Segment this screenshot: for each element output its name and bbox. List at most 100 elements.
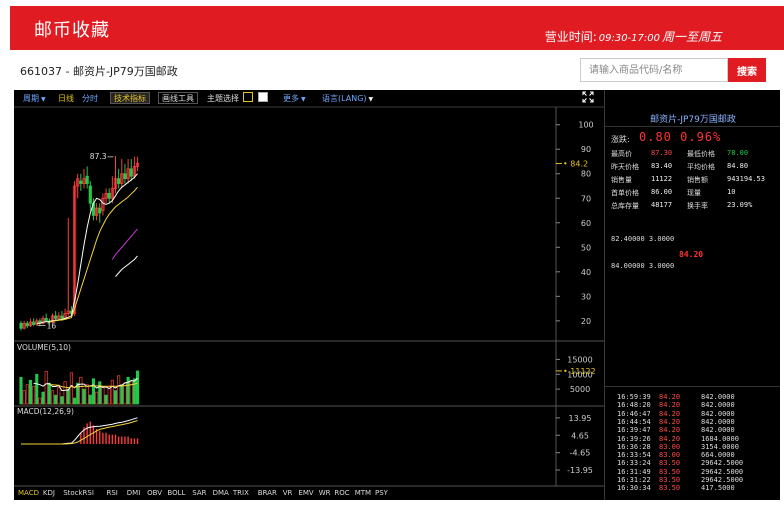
indicator-tab[interactable]: RSI (107, 489, 118, 497)
stat-value: 23.09% (727, 201, 753, 209)
volume-bar (28, 379, 33, 405)
trade-amount: 842.0000 (701, 417, 735, 426)
site-brand[interactable]: 邮币收藏 (34, 16, 110, 42)
y-tick-label: 4.65 (571, 431, 589, 440)
volume-bar (60, 396, 64, 405)
last-price: 84.20 (679, 250, 704, 259)
chevron-down-icon: ▼ (368, 96, 374, 103)
volume-bar (98, 381, 102, 405)
quote-panel: 邮资片-JP79万国邮政 涨跌: 0.80 0.96% 最高价 87.30 最低价格… (604, 90, 780, 500)
stat-item: 现量 10 (687, 188, 735, 198)
product-bar: 661037 - 邮资片-JP79万国邮政 搜索 (10, 50, 784, 88)
candle-body (54, 315, 58, 319)
indicator-tab[interactable]: KDJ (43, 489, 55, 497)
indicator-tab[interactable]: TRIX (233, 489, 249, 497)
y-tick-label: 15000 (567, 355, 592, 364)
indicator-tab[interactable]: PSY (375, 489, 388, 497)
volume-bar (132, 378, 136, 405)
volume-bar (19, 376, 23, 405)
indicator-tab[interactable]: ROC (334, 489, 349, 497)
candle-body (44, 317, 48, 322)
volume-bar (47, 382, 51, 405)
y-tick-label: 20 (581, 317, 591, 326)
indicator-tab[interactable]: MTM (355, 489, 371, 497)
indicator-tab[interactable]: DMI (127, 489, 141, 497)
stat-label: 最低价格 (687, 150, 715, 158)
trade-time: 16:30:34 (617, 484, 651, 493)
stat-value: 11122 (651, 175, 673, 183)
trade-time: 16:59:39 (617, 393, 651, 401)
trade-row: 16:39:26 84.20 1684.0000 (617, 434, 739, 443)
indicator-tab[interactable]: BOLL (167, 489, 185, 497)
trade-price: 83.50 (659, 467, 681, 476)
daily-button[interactable]: 日线 (58, 93, 74, 104)
trade-amount: 1684.0000 (701, 434, 739, 443)
stat-value: 10 (727, 188, 736, 196)
draw-tool-button[interactable]: 画线工具 (158, 92, 198, 104)
y-tick-label: 80 (581, 170, 591, 179)
candle-body (19, 322, 23, 329)
stat-value: 83.40 (651, 162, 673, 170)
indicator-tab[interactable]: VR (283, 489, 293, 497)
volume-bar (113, 390, 118, 405)
stat-value: 84.80 (727, 162, 749, 170)
period-menu[interactable]: 周期 ▼ (23, 93, 46, 104)
trading-terminal: 100 90 80 70 60 50 40 30 20 • 84.2 87.3 16 VOLUME(5,… (14, 90, 780, 500)
more-menu[interactable]: 更多 ▼ (283, 93, 306, 104)
stat-item: 昨天价格 83.40 (611, 162, 672, 172)
volume-bar (104, 394, 108, 405)
volume-bar (120, 384, 124, 405)
stat-label: 总库存量 (611, 202, 639, 210)
candle-body (98, 207, 102, 214)
trade-time: 16:31:49 (617, 467, 651, 476)
chart-area[interactable]: 100 90 80 70 60 50 40 30 20 • 84.2 87.3 16 VOLUME(5,… (14, 90, 604, 500)
divider (605, 126, 780, 127)
minute-button[interactable]: 分时 (82, 93, 98, 104)
indicator-tab[interactable]: DMA (213, 489, 229, 497)
macd-title: MACD(12,26,9) (17, 407, 74, 416)
volume-bar (32, 385, 36, 405)
indicator-tab[interactable]: SAR (192, 489, 206, 497)
volume-bar (38, 397, 42, 405)
trade-amount: 842.0000 (701, 426, 735, 435)
tech-indicator-button[interactable]: 技术指标 (110, 92, 150, 104)
search-button[interactable]: 搜索 (728, 58, 766, 82)
chevron-down-icon: ▼ (301, 96, 306, 103)
search-input[interactable] (580, 58, 728, 82)
last-volume-label: • 11122 (563, 367, 596, 376)
trade-time: 16:39:26 (617, 434, 651, 443)
volume-bar (22, 390, 26, 405)
indicator-tab[interactable]: BRAR (258, 489, 277, 497)
trade-price: 84.20 (659, 393, 681, 401)
indicator-tab[interactable]: WR (319, 489, 331, 497)
candle-body (129, 168, 133, 177)
stat-value: 48177 (651, 201, 673, 209)
candle-body (85, 175, 89, 184)
macd-dif-line (21, 417, 138, 445)
trade-time: 16:39:47 (617, 426, 651, 435)
theme-label: 主题选择 (207, 94, 239, 103)
y-tick-label: 40 (581, 268, 591, 277)
stat-value: 87.30 (651, 149, 673, 157)
indicator-tab[interactable]: OBV (147, 489, 162, 497)
trade-price: 83.50 (659, 476, 681, 484)
indicator-tab[interactable]: EMV (298, 489, 313, 497)
volume-bar (123, 382, 127, 405)
language-menu[interactable]: 语言(LANG) ▼ (322, 93, 373, 104)
theme-light-checkbox[interactable] (258, 92, 268, 102)
trade-row: 16:39:47 84.20 842.0000 (617, 426, 735, 435)
y-tick-label: 100 (578, 121, 593, 130)
volume-bar (82, 388, 86, 405)
stat-label: 销售量 (611, 176, 632, 184)
order-book-ask: 82.40000 3.0000 (611, 235, 675, 243)
ma-line-white-slow (115, 255, 138, 278)
candle-body (31, 321, 36, 325)
volume-title: VOLUME(5,10) (17, 343, 71, 352)
indicator-tab[interactable]: MACD (18, 489, 39, 497)
trade-amount: 842.0000 (701, 401, 735, 410)
theme-dark-checkbox[interactable] (243, 92, 253, 102)
fullscreen-icon[interactable] (582, 91, 594, 105)
indicator-tab[interactable]: StockRSI (63, 489, 94, 497)
stat-label: 平均价格 (687, 163, 715, 171)
trade-row: 16:30:34 83.50 417.5000 (617, 484, 735, 493)
